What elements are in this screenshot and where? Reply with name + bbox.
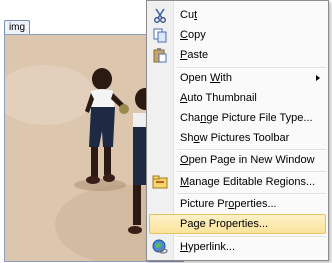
menu-item-label: Picture Properties... bbox=[180, 198, 277, 210]
menu-item-label: Change Picture File Type... bbox=[180, 112, 313, 124]
menu-item-label: Hyperlink... bbox=[180, 241, 236, 253]
copy-icon bbox=[152, 27, 168, 43]
hyperlink-globe-icon bbox=[152, 239, 168, 255]
menu-item-page-properties[interactable]: Page Properties... bbox=[149, 214, 326, 234]
menu-item-hyperlink[interactable]: Hyperlink... bbox=[149, 237, 326, 257]
menu-item-paste[interactable]: Paste bbox=[149, 45, 326, 65]
menu-item-open-page-new-window[interactable]: Open Page in New Window bbox=[149, 150, 326, 170]
menu-item-label: Open Page in New Window bbox=[180, 154, 315, 166]
scissors-icon bbox=[152, 7, 168, 23]
menu-item-copy[interactable]: Copy bbox=[149, 25, 326, 45]
manage-regions-icon bbox=[152, 174, 168, 190]
menu-item-label: Auto Thumbnail bbox=[180, 92, 257, 104]
menu-item-label: Show Pictures Toolbar bbox=[180, 132, 290, 144]
menu-item-show-pictures-toolbar[interactable]: Show Pictures Toolbar bbox=[149, 128, 326, 148]
menu-item-auto-thumbnail[interactable]: Auto Thumbnail bbox=[149, 88, 326, 108]
paste-icon bbox=[152, 47, 168, 63]
menu-item-picture-properties[interactable]: Picture Properties... bbox=[149, 194, 326, 214]
menu-item-label: Paste bbox=[180, 49, 209, 61]
menu-item-change-picture-file-type[interactable]: Change Picture File Type... bbox=[149, 108, 326, 128]
menu-item-label: Manage Editable Regions... bbox=[180, 176, 316, 188]
context-menu: Cut Copy Paste Open With Auto Thumbnail … bbox=[146, 0, 329, 261]
menu-item-label: Copy bbox=[180, 29, 206, 41]
menu-item-cut[interactable]: Cut bbox=[149, 5, 326, 25]
menu-item-label: Open With bbox=[180, 72, 232, 84]
menu-item-manage-editable-regions[interactable]: Manage Editable Regions... bbox=[149, 172, 326, 192]
menu-item-open-with[interactable]: Open With bbox=[149, 68, 326, 88]
menu-item-label: Cut bbox=[180, 9, 198, 21]
submenu-arrow-icon bbox=[316, 75, 320, 81]
editor-canvas: img Cut Copy Paste Open With Auto Thumbn… bbox=[0, 0, 332, 263]
image-tag[interactable]: img bbox=[4, 20, 30, 34]
menu-item-label: Page Properties... bbox=[180, 218, 269, 230]
